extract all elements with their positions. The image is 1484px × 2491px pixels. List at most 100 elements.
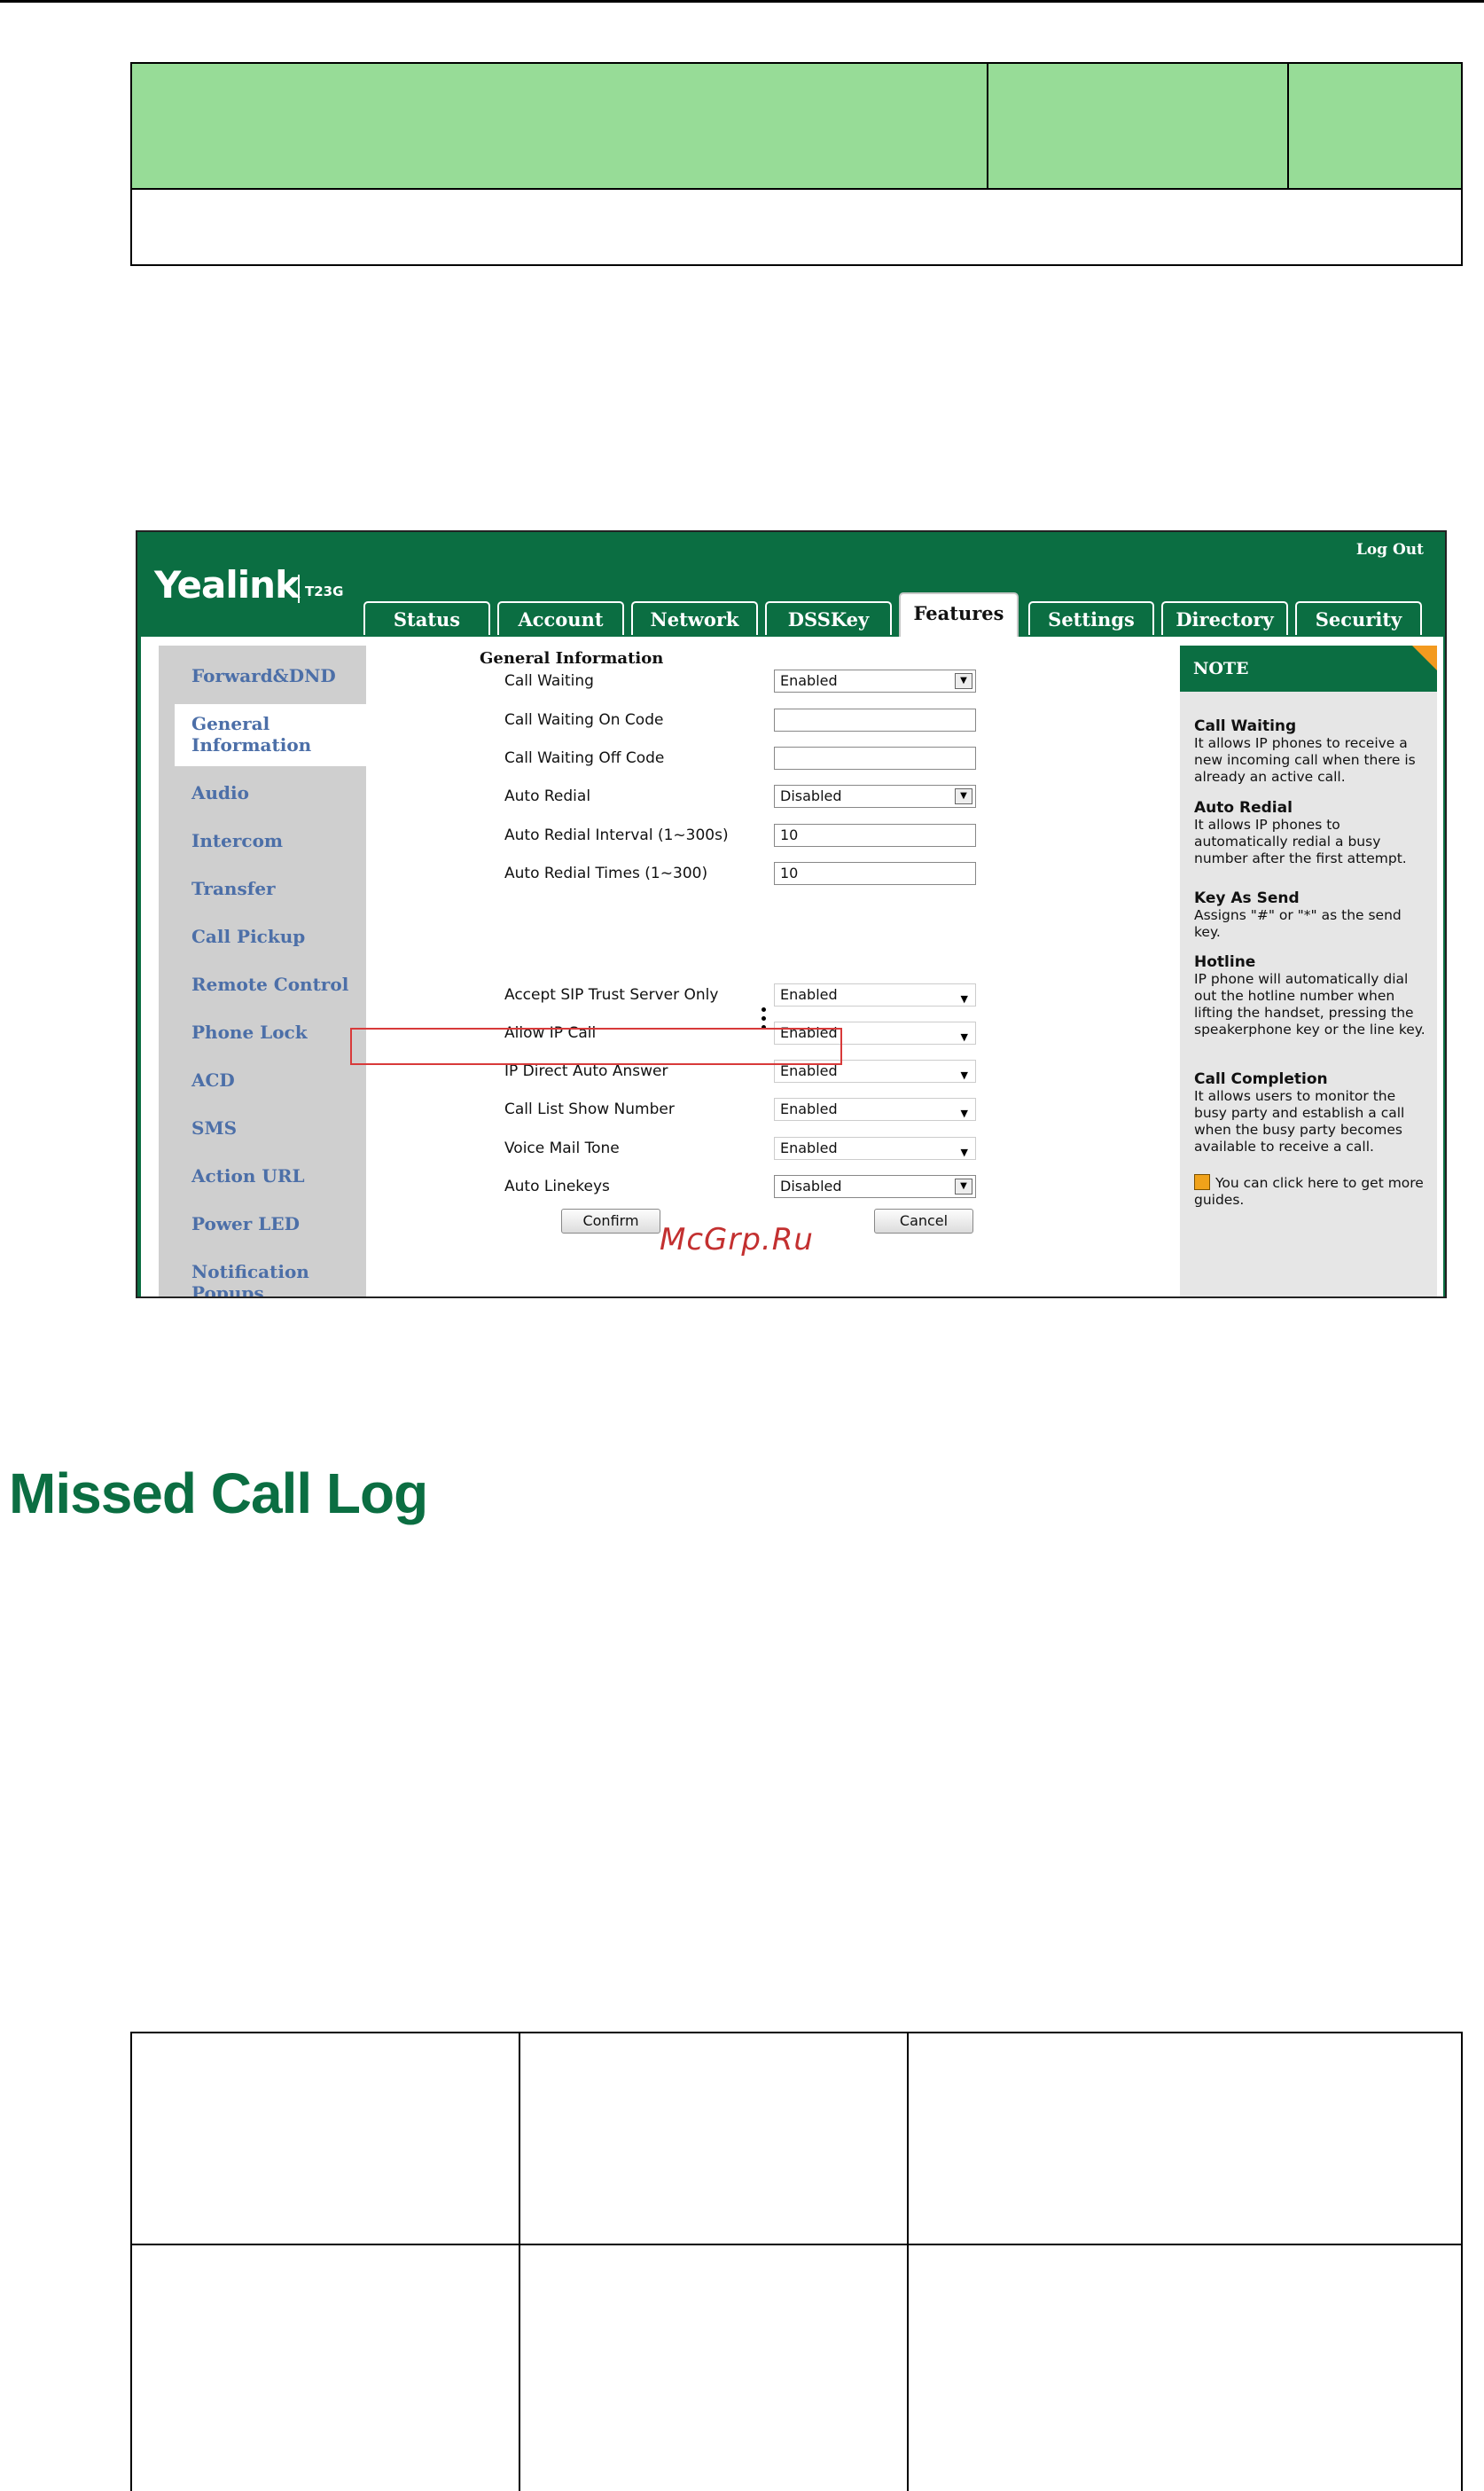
- caret-down-icon: ▼: [960, 993, 968, 1005]
- guide-icon: [1194, 1174, 1210, 1190]
- voice-mail-tone-select[interactable]: Enabled ▼: [774, 1137, 976, 1160]
- guide-text: You can click here to get more guides.: [1194, 1175, 1424, 1208]
- note-item-title: Call Completion: [1194, 1070, 1328, 1088]
- sidebar-item-acd[interactable]: ACD: [191, 1069, 235, 1091]
- auto-redial-times-input[interactable]: 10: [774, 862, 976, 885]
- call-waiting-off-code-input[interactable]: [774, 747, 976, 770]
- note-item-title: Key As Send: [1194, 889, 1300, 907]
- tab-features[interactable]: Features: [899, 592, 1019, 637]
- auto-linekeys-select[interactable]: Disabled ▼: [774, 1175, 976, 1198]
- sidebar-item-call-pickup[interactable]: Call Pickup: [191, 926, 305, 947]
- model-label: T23G: [305, 584, 344, 599]
- auto-redial-select[interactable]: Disabled ▼: [774, 785, 976, 808]
- section-title: General Information: [480, 649, 664, 668]
- sidebar-item-audio[interactable]: Audio: [191, 782, 249, 803]
- note-item-title: Auto Redial: [1194, 799, 1293, 817]
- sidebar-item-notification-popups[interactable]: Notification Popups: [191, 1261, 366, 1296]
- note-item: Auto Redial It allows IP phones to automa…: [1194, 800, 1430, 867]
- select-value: Disabled: [780, 1178, 842, 1195]
- sidebar-item-power-led[interactable]: Power LED: [191, 1213, 300, 1234]
- field-label: Auto Redial: [504, 787, 591, 805]
- caret-down-icon: ▼: [960, 1031, 968, 1043]
- tab-settings[interactable]: Settings: [1028, 601, 1154, 635]
- field-label: Auto Linekeys: [504, 1178, 610, 1195]
- sidebar-item-sms[interactable]: SMS: [191, 1117, 237, 1139]
- tab-directory[interactable]: Directory: [1161, 601, 1288, 635]
- sidebar-item-forward-dnd[interactable]: Forward&DND: [191, 665, 336, 686]
- caret-down-icon: ▼: [960, 1108, 968, 1119]
- chevron-down-icon: ▼: [955, 673, 972, 689]
- select-value: Enabled: [780, 672, 838, 689]
- page-top-rule: [0, 0, 1484, 3]
- bottom-table-col-divider: [907, 2033, 909, 2491]
- field-label: Call List Show Number: [504, 1101, 675, 1118]
- note-panel: NOTE Call Waiting It allows IP phones to …: [1180, 646, 1437, 1296]
- note-title: NOTE: [1180, 646, 1437, 692]
- field-label: Call Waiting: [504, 672, 594, 690]
- chevron-down-icon: ▼: [955, 1179, 972, 1195]
- call-list-show-number-select[interactable]: Enabled ▼: [774, 1098, 976, 1121]
- sidebar: Forward&DND General Information Audio In…: [159, 646, 384, 1296]
- note-item: Call Waiting It allows IP phones to recei…: [1194, 718, 1430, 786]
- note-corner-decoration: [1412, 646, 1437, 670]
- note-item-text: It allows users to monitor the busy part…: [1194, 1088, 1405, 1155]
- field-label: Voice Mail Tone: [504, 1140, 620, 1157]
- chevron-down-icon: ▼: [955, 788, 972, 804]
- content-area: Forward&DND General Information Audio In…: [141, 637, 1443, 1296]
- yealink-logo: Yealink: [154, 563, 300, 607]
- note-item-text: IP phone will automatically dial out the…: [1194, 971, 1425, 1038]
- sidebar-item-general-information[interactable]: General Information: [175, 704, 384, 766]
- caret-down-icon: ▼: [960, 1069, 968, 1081]
- note-item: Call Completion It allows users to monito…: [1194, 1071, 1430, 1155]
- select-value: Enabled: [780, 986, 838, 1003]
- tab-dsskey[interactable]: DSSKey: [765, 601, 892, 635]
- field-label: Accept SIP Trust Server Only: [504, 986, 719, 1004]
- field-label: Call Waiting On Code: [504, 711, 664, 729]
- guide-link[interactable]: You can click here to get more guides.: [1194, 1174, 1430, 1209]
- sidebar-item-transfer[interactable]: Transfer: [191, 878, 276, 899]
- note-item-text: It allows IP phones to automatically red…: [1194, 817, 1407, 866]
- tab-security[interactable]: Security: [1295, 601, 1422, 635]
- accept-sip-trust-server-select[interactable]: Enabled ▼: [774, 983, 976, 1007]
- note-item-text: Assigns "#" or "*" as the send key.: [1194, 907, 1402, 940]
- top-table-header: [132, 64, 1461, 190]
- top-table: [130, 62, 1463, 266]
- auto-redial-interval-input[interactable]: 10: [774, 824, 976, 847]
- note-item-title: Hotline: [1194, 953, 1256, 971]
- note-item-text: It allows IP phones to receive a new inc…: [1194, 735, 1416, 785]
- tab-status[interactable]: Status: [363, 601, 490, 635]
- field-label: Auto Redial Times (1~300): [504, 865, 708, 882]
- sidebar-item-remote-control[interactable]: Remote Control: [191, 974, 348, 995]
- call-waiting-on-code-input[interactable]: [774, 709, 976, 732]
- field-label: Auto Redial Interval (1~300s): [504, 826, 729, 844]
- top-table-divider: [987, 64, 988, 188]
- top-table-divider: [1287, 64, 1289, 188]
- highlight-box: [350, 1028, 842, 1065]
- sidebar-item-action-url[interactable]: Action URL: [191, 1165, 305, 1187]
- caret-down-icon: ▼: [960, 1147, 968, 1158]
- note-item: Key As Send Assigns "#" or "*" as the sen…: [1194, 890, 1430, 941]
- section-heading: Missed Call Log: [9, 1461, 428, 1525]
- field-label: IP Direct Auto Answer: [504, 1062, 668, 1080]
- sidebar-item-phone-lock[interactable]: Phone Lock: [191, 1022, 308, 1043]
- watermark: McGrp.Ru: [660, 1222, 814, 1257]
- logout-link[interactable]: Log Out: [1356, 541, 1424, 559]
- sidebar-item-intercom[interactable]: Intercom: [191, 830, 283, 851]
- tab-account[interactable]: Account: [497, 601, 624, 635]
- bottom-table-col-divider: [1461, 2033, 1463, 2491]
- bottom-table: [130, 2032, 1463, 2491]
- web-ui-screenshot: Yealink T23G Log Out Status Account Netw…: [136, 530, 1447, 1298]
- tab-network[interactable]: Network: [631, 601, 758, 635]
- note-item-title: Call Waiting: [1194, 717, 1297, 735]
- logo-separator: [298, 575, 300, 603]
- select-value: Disabled: [780, 787, 842, 804]
- select-value: Enabled: [780, 1140, 838, 1156]
- cancel-button[interactable]: Cancel: [874, 1209, 973, 1234]
- bottom-table-col-divider: [519, 2033, 520, 2491]
- select-value: Enabled: [780, 1101, 838, 1117]
- field-label: Call Waiting Off Code: [504, 749, 665, 767]
- bottom-table-row-divider: [132, 2244, 1461, 2245]
- call-waiting-select[interactable]: Enabled ▼: [774, 670, 976, 693]
- note-item: Hotline IP phone will automatically dial …: [1194, 954, 1430, 1038]
- confirm-button[interactable]: Confirm: [561, 1209, 660, 1234]
